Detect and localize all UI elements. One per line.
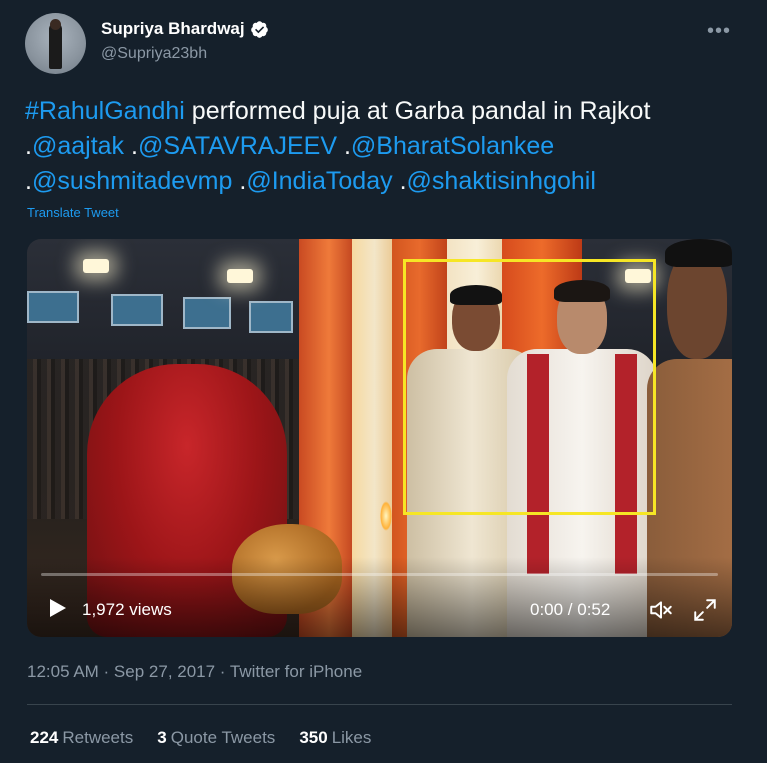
retweets-count: 224 (30, 728, 59, 747)
avatar[interactable] (25, 13, 86, 74)
video-time: 0:00 / 0:52 (530, 600, 611, 619)
play-icon[interactable] (45, 596, 69, 620)
tweet-text-segment: . (392, 167, 407, 195)
tweet-text-segment: . (124, 132, 138, 160)
view-count: 1,972 views (82, 600, 172, 619)
author-name-row: Supriya Bhardwaj (101, 19, 269, 39)
author-name[interactable]: Supriya Bhardwaj (101, 19, 245, 39)
tweet-text-segment: . (232, 167, 247, 195)
stadium-light (227, 269, 253, 283)
mention-link[interactable]: @IndiaToday (246, 167, 392, 195)
likes-count: 350 (299, 728, 328, 747)
fullscreen-icon[interactable] (692, 597, 718, 623)
tweet-text-segment: . (337, 132, 351, 160)
led-screen (183, 297, 231, 329)
mention-link[interactable]: @SATAVRAJEEV (138, 132, 337, 160)
tweet-timestamp[interactable]: 12:05 AM · Sep 27, 2017 · Twitter for iP… (27, 662, 362, 682)
author-handle[interactable]: @Supriya23bh (101, 45, 207, 63)
mention-link[interactable]: @aajtak (32, 132, 124, 160)
translate-tweet-link[interactable]: Translate Tweet (27, 205, 119, 220)
tweet-text: #RahulGandhi performed puja at Garba pan… (25, 94, 735, 199)
led-screen (111, 294, 163, 326)
video-progress-bar[interactable] (41, 573, 718, 576)
volume-icon[interactable] (647, 597, 675, 623)
likes-label: Likes (331, 728, 372, 747)
mention-link[interactable]: @shaktisinhgohil (407, 167, 596, 195)
avatar-head (50, 19, 61, 30)
lamp-flame (380, 501, 392, 531)
likes-stat[interactable]: 350 Likes (299, 728, 371, 748)
verified-badge-icon (250, 20, 268, 38)
highlight-box (403, 259, 656, 515)
more-options-icon[interactable]: ••• (707, 20, 731, 43)
quote-tweets-count: 3 (157, 728, 167, 747)
quote-tweets-label: Quote Tweets (170, 728, 276, 747)
divider (27, 704, 732, 705)
retweets-label: Retweets (62, 728, 134, 747)
mention-link[interactable]: @sushmitadevmp (32, 167, 232, 195)
retweets-stat[interactable]: 224 Retweets (30, 728, 133, 748)
hashtag-link[interactable]: #RahulGandhi (25, 97, 185, 125)
led-screen (27, 291, 79, 323)
tweet-text-segment: . (25, 167, 32, 195)
led-screen (249, 301, 293, 333)
video-player[interactable]: 1,972 views 0:00 / 0:52 (27, 239, 732, 637)
quote-tweets-stat[interactable]: 3 Quote Tweets (157, 728, 275, 748)
tweet-stats: 224 Retweets 3 Quote Tweets 350 Likes (30, 728, 371, 748)
stadium-light (83, 259, 109, 273)
mention-link[interactable]: @BharatSolankee (351, 132, 554, 160)
controls-gradient (27, 557, 732, 637)
